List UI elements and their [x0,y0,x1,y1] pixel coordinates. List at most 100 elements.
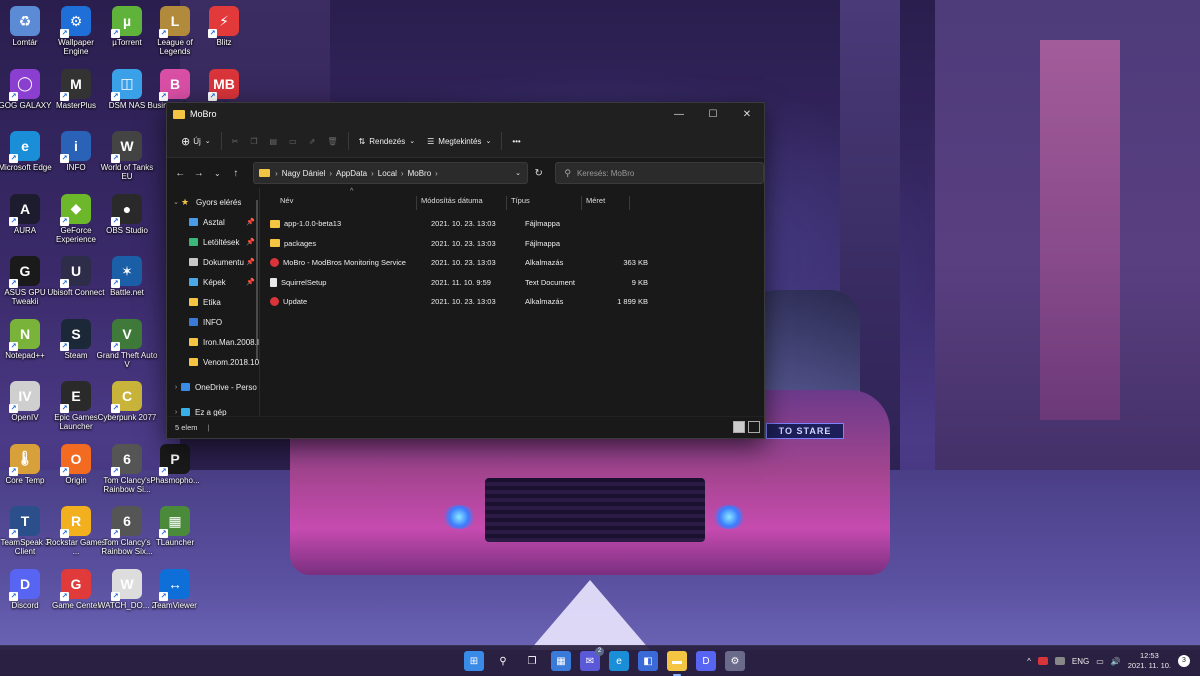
breadcrumb-item-user[interactable]: Nagy Dániel [282,169,326,178]
column-header-name[interactable]: Név [260,196,417,210]
desktop-shortcut[interactable]: V ↗ Grand Theft Auto V [96,315,158,375]
file-row[interactable]: app-1.0.0-beta13 2021. 10. 23. 13:03 Fájlm… [260,214,764,234]
folder-icon [173,109,185,119]
sidebar-item[interactable]: INFO [167,312,259,332]
navigation-pane[interactable]: ⌄ ★ Gyors elérés Asztal 📌 Letöltések 📌 Dokument… [167,188,260,416]
desktop-shortcut[interactable]: ✶ ↗ Battle.net [96,252,158,312]
notification-badge[interactable]: 3 [1178,655,1190,667]
search-icon[interactable]: ⚲ [493,651,513,671]
expand-chevron-icon[interactable]: ⌄ [171,198,181,206]
desktop-shortcut[interactable]: ● ↗ OBS Studio [96,190,158,250]
desktop-shortcut[interactable]: W ↗ World of Tanks EU [96,127,158,187]
desktop-shortcut[interactable]: C ↗ Cyberpunk 2077 [96,377,158,437]
large-icons-view-button[interactable] [748,421,760,433]
chat-icon[interactable]: ✉ 2 [580,647,604,671]
desktop-shortcut[interactable]: ↔ ↗ TeamViewer [144,565,206,625]
sidebar-item[interactable]: Dokumentu 📌 [167,252,259,272]
address-bar[interactable]: › Nagy Dániel › AppData › Local › MoBro … [253,162,528,184]
blitz-icon: ⚡ ↗ [208,6,239,38]
rename-button[interactable]: ▭ [283,130,303,152]
forward-button[interactable]: → [190,163,209,183]
discord-icon[interactable]: D [696,651,716,671]
desktop-shortcut[interactable]: ⚡ ↗ Blitz [193,2,255,62]
volume-icon[interactable]: 🔊 [1111,657,1121,666]
start-icon[interactable]: ⊞ [464,651,484,671]
store-icon[interactable]: ◧ [638,651,658,671]
sort-ascending-icon: ^ [350,188,354,195]
navigation-bar: ← → ⌄ ↑ › Nagy Dániel › AppData › Local … [167,158,764,188]
tray-app-icon[interactable] [1054,657,1065,665]
up-button[interactable]: ↑ [227,163,246,183]
share-icon: ⇗ [308,136,316,146]
icon-glyph: W [120,575,134,592]
clock[interactable]: 12:53 2021. 11. 10. [1128,651,1171,671]
share-button[interactable]: ⇗ [303,130,322,152]
delete-button[interactable]: 🗑 [321,130,343,152]
aura-icon: A ↗ [9,193,40,226]
breadcrumb-item-local[interactable]: Local [378,169,397,178]
new-button[interactable]: ⊕ Új ⌄ [175,130,217,152]
icon-glyph: O [70,450,82,467]
column-header-type[interactable]: Típus [507,196,582,210]
copy-button[interactable]: ❐ [244,130,263,152]
sidebar-item[interactable]: › OneDrive - Perso [167,377,259,397]
file-row[interactable]: MoBro - ModBros Monitoring Service 2021. … [260,253,764,273]
maximize-button[interactable]: ☐ [696,103,730,125]
sort-button[interactable]: ⇅ Rendezés ⌄ [353,130,422,152]
widgets-icon[interactable]: ▦ [551,651,571,671]
sidebar-item[interactable]: › Ez a gép [167,402,259,416]
sidebar-item[interactable]: ⌄ ★ Gyors elérés [167,192,259,212]
desktop-shortcut[interactable]: P ↗ Phasmopho... [144,440,206,500]
breadcrumb-item-mobro[interactable]: MoBro [408,169,432,178]
tray-overflow-button[interactable]: ^ [1027,657,1031,666]
expand-chevron-icon[interactable]: › [171,384,181,391]
sidebar-item[interactable]: Venom.2018.10 [167,352,259,372]
language-indicator[interactable]: ENG [1072,657,1089,666]
desktop-shortcut[interactable]: ▦ ↗ TLauncher [144,502,206,562]
epic-games-icon: E ↗ [60,381,91,413]
search-box[interactable]: ⚲ Keresés: MoBro [555,162,764,184]
more-options-button[interactable]: ••• [506,130,526,152]
view-button[interactable]: ☰ Megtekintés ⌄ [421,130,497,152]
icon-glyph: i [74,138,78,154]
details-view-button[interactable] [733,421,745,433]
sidebar-item[interactable]: Asztal 📌 [167,212,259,232]
sidebar-item[interactable]: Etika [167,292,259,312]
view-icon: ☰ [427,136,435,146]
file-row[interactable]: packages 2021. 10. 23. 13:03 Fájlmappa [260,234,764,254]
sidebar-item[interactable]: Letöltések 📌 [167,232,259,252]
tray-app-icon[interactable] [1037,657,1048,665]
edge-icon[interactable]: e [609,651,629,671]
column-header-size[interactable]: Méret [582,196,630,210]
shortcut-arrow-icon: ↗ [111,29,120,38]
file-list[interactable]: ^ Név Módosítás dátuma Típus Méret app-1… [260,188,764,416]
paste-button[interactable]: ▤ [264,130,284,152]
shortcut-arrow-icon: ↗ [159,91,168,101]
close-button[interactable]: ✕ [730,103,764,125]
sort-icon: ⇅ [358,136,366,146]
sidebar-item-label: INFO [203,317,223,327]
file-row[interactable]: Update 2021. 10. 23. 13:03 Alkalmazás 1 899… [260,292,764,312]
back-button[interactable]: ← [171,163,190,183]
recent-locations-button[interactable]: ⌄ [208,163,227,183]
column-headers: ^ Név Módosítás dátuma Típus Méret [260,188,764,210]
obs-icon: ● ↗ [111,193,142,226]
monitor-icon[interactable]: ▭ [1096,657,1104,666]
breadcrumb-item-appdata[interactable]: AppData [336,169,367,178]
sidebar-item-label: Képek [203,277,226,287]
expand-chevron-icon[interactable]: › [171,409,181,416]
sidebar-item[interactable]: Iron.Man.2008.I [167,332,259,352]
file-explorer-window[interactable]: MoBro — ☐ ✕ ⊕ Új ⌄ ✂ ❐ ▤ ▭ ⇗ 🗑 ⇅ Rendezé… [166,102,765,439]
file-explorer-icon[interactable]: ▬ [667,651,687,676]
address-dropdown-icon[interactable]: ⌄ [515,169,521,177]
title-bar[interactable]: MoBro — ☐ ✕ [167,103,764,125]
desktop-shortcut-label: Blitz [216,38,232,47]
minimize-button[interactable]: — [662,103,696,125]
refresh-button[interactable]: ↻ [528,168,549,179]
sidebar-item[interactable]: Képek 📌 [167,272,259,292]
cut-button[interactable]: ✂ [226,130,245,152]
file-row[interactable]: SquirrelSetup 2021. 11. 10. 9:59 Text Docu… [260,273,764,293]
task-view-icon[interactable]: ❐ [522,651,542,671]
column-header-date[interactable]: Módosítás dátuma [417,196,507,210]
settings-icon[interactable]: ⚙ [725,651,745,671]
